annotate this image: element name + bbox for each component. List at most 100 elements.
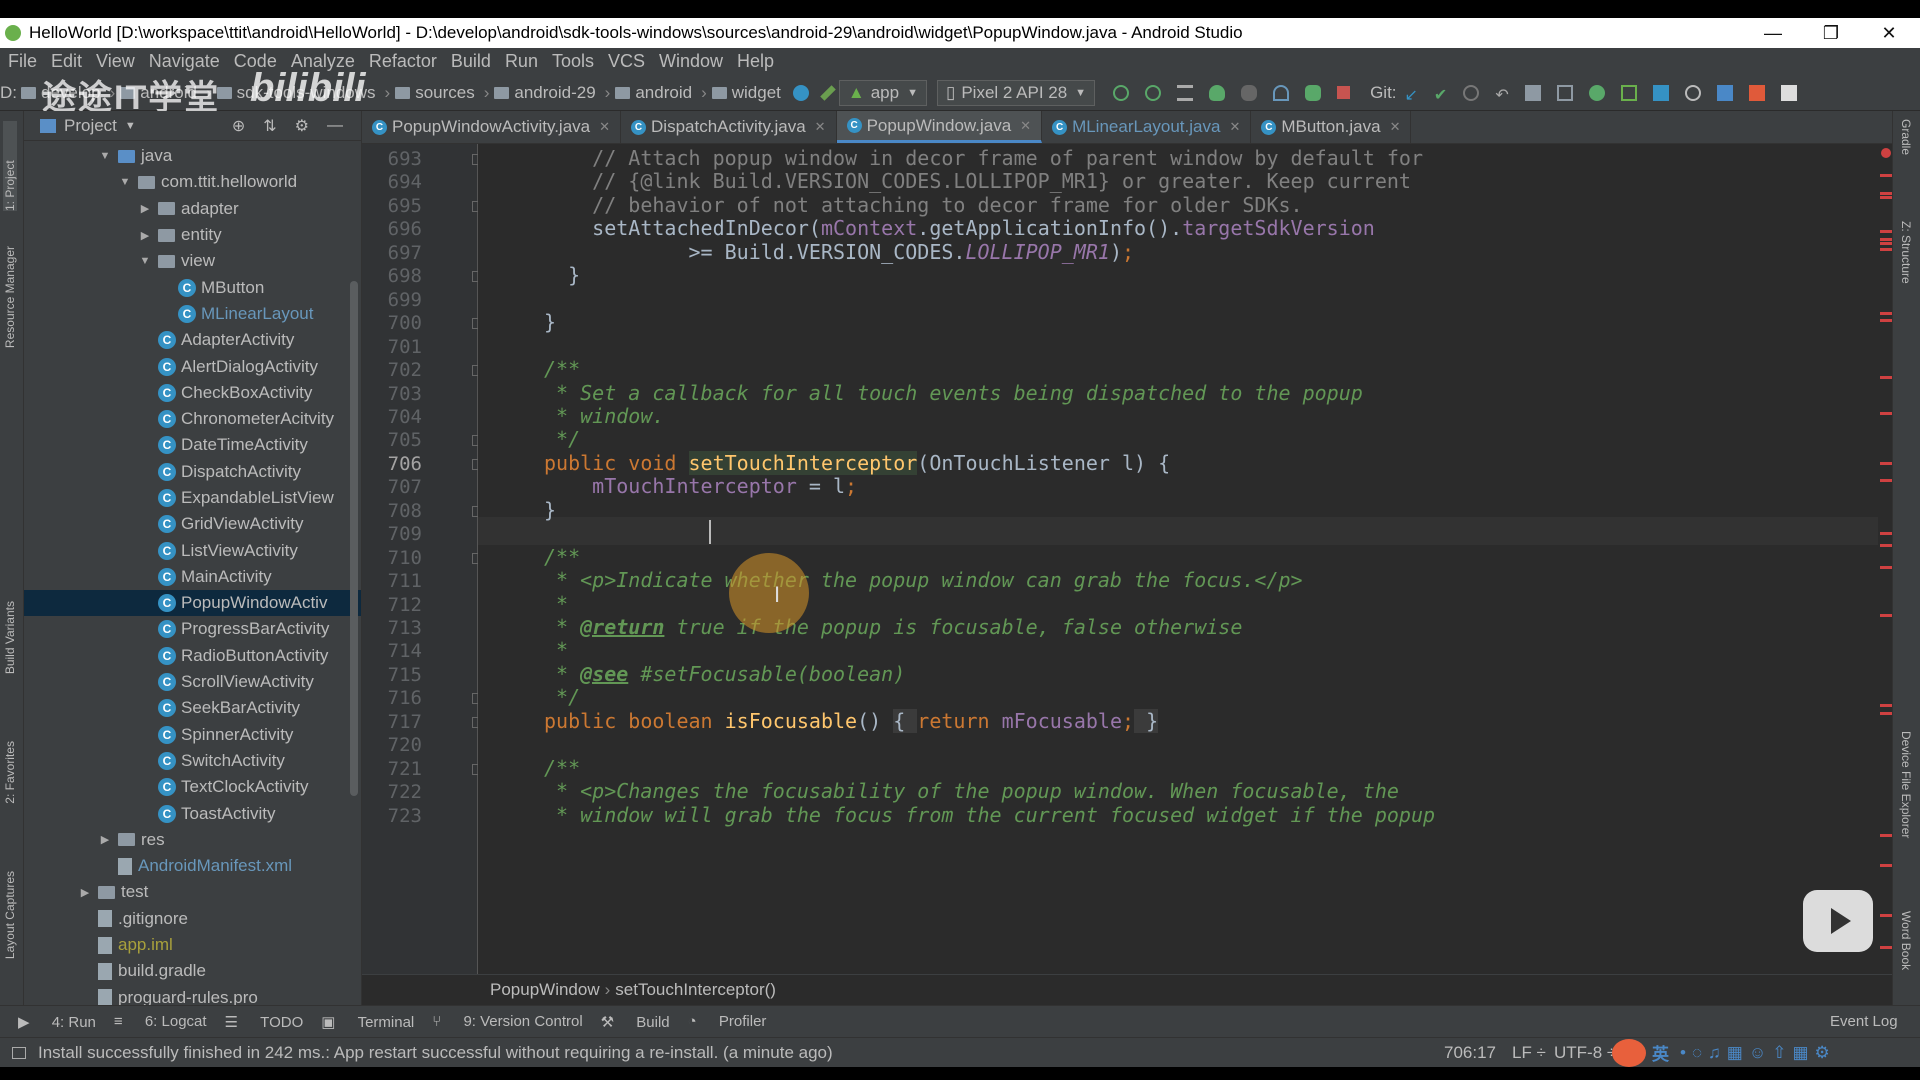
menu-run[interactable]: Run (505, 51, 538, 72)
crumb-class[interactable]: PopupWindow (490, 980, 600, 1000)
error-stripe-mark[interactable] (1880, 544, 1892, 547)
error-stripe-mark[interactable] (1880, 192, 1892, 195)
line-number[interactable]: 700 (362, 312, 422, 334)
tab-close-icon[interactable]: ✕ (815, 119, 826, 135)
git-update-icon[interactable]: ↙ (1405, 85, 1418, 104)
error-indicator-icon[interactable] (1881, 148, 1891, 158)
error-stripe-mark[interactable] (1880, 196, 1892, 199)
device-select[interactable]: ▯ Pixel 2 API 28 ▼ (936, 79, 1096, 106)
tree-item[interactable]: build.gradle (24, 958, 361, 984)
tree-item[interactable]: C DispatchActivity (24, 459, 361, 485)
line-number[interactable]: 698 (362, 265, 422, 287)
breadcrumb-widget[interactable]: widget (711, 83, 781, 103)
error-stripe[interactable] (1878, 144, 1892, 974)
error-stripe-mark[interactable] (1880, 479, 1892, 482)
tree-item[interactable]: C ExpandableListView (24, 485, 361, 511)
error-stripe-mark[interactable] (1880, 412, 1892, 415)
tree-item[interactable]: C RadioButtonActivity (24, 643, 361, 669)
error-stripe-mark[interactable] (1880, 242, 1892, 245)
line-number[interactable]: 713 (362, 617, 422, 639)
tree-item[interactable]: C TextClockActivity (24, 774, 361, 800)
editor-tab[interactable]: C MButton.java ✕ (1251, 111, 1412, 143)
line-number[interactable]: 693 (362, 148, 422, 170)
tool-todo[interactable]: ☰ TODO (225, 1013, 304, 1031)
tree-item[interactable]: ▶ test (24, 879, 361, 905)
gear-icon[interactable]: ⚙ (295, 116, 309, 136)
ime-logo-icon[interactable] (1612, 1038, 1646, 1067)
tree-item[interactable]: ▶ res (24, 827, 361, 853)
error-stripe-mark[interactable] (1880, 704, 1892, 707)
line-number[interactable]: 711 (362, 570, 422, 592)
error-stripe-mark[interactable] (1880, 914, 1892, 917)
line-number[interactable]: 696 (362, 218, 422, 240)
plugin-icon[interactable] (1748, 84, 1765, 101)
tree-item[interactable]: ▼ view (24, 248, 361, 274)
chevron-down-icon[interactable]: ▼ (138, 255, 152, 267)
tree-item[interactable]: C SwitchActivity (24, 748, 361, 774)
tool-run[interactable]: ▶ 4: Run (18, 1013, 96, 1031)
run-config-select[interactable]: ▲ app ▼ (838, 79, 927, 106)
tree-item[interactable]: C AdapterActivity (24, 327, 361, 353)
tool-build-variants[interactable]: Build Variants (3, 601, 17, 674)
chevron-right-icon[interactable]: ▶ (138, 202, 152, 215)
collapse-all-icon[interactable]: ⇅ (263, 116, 276, 136)
minimize-button[interactable]: — (1744, 18, 1802, 48)
tool-event-log[interactable]: Event Log (1830, 1013, 1898, 1030)
caret-position[interactable]: 706:17 (1444, 1043, 1496, 1063)
tree-item[interactable]: ▼ com.ttit.helloworld (24, 169, 361, 195)
tree-item[interactable]: C MButton (24, 274, 361, 300)
line-number[interactable]: 706 (362, 453, 422, 475)
line-number[interactable]: 709 (362, 523, 422, 545)
tool-logcat[interactable]: ≡ 6: Logcat (114, 1013, 207, 1030)
tool-structure[interactable]: Z: Structure (1899, 221, 1913, 284)
tree-item[interactable]: C ProgressBarActivity (24, 616, 361, 642)
tool-build[interactable]: ⚒ Build (601, 1013, 670, 1031)
tree-item[interactable]: C MLinearLayout (24, 301, 361, 327)
menu-navigate[interactable]: Navigate (149, 51, 220, 72)
tool-word-book[interactable]: Word Book (1899, 911, 1913, 970)
error-stripe-mark[interactable] (1880, 462, 1892, 465)
line-number[interactable]: 708 (362, 500, 422, 522)
tree-item[interactable]: ▼ java (24, 143, 361, 169)
menu-file[interactable]: File (8, 51, 37, 72)
ime-language[interactable]: 英 (1652, 1040, 1669, 1065)
line-number[interactable]: 704 (362, 406, 422, 428)
error-stripe-mark[interactable] (1880, 230, 1892, 233)
class-icon[interactable] (792, 84, 809, 101)
status-toggle-icon[interactable] (12, 1046, 26, 1059)
chevron-right-icon[interactable]: ▶ (98, 833, 112, 846)
tool-layout-captures[interactable]: Layout Captures (3, 871, 17, 959)
search-icon[interactable] (1684, 84, 1701, 101)
project-view-select[interactable]: Project (64, 116, 117, 136)
chevron-right-icon[interactable]: ▶ (78, 886, 92, 899)
code-editor[interactable]: // Attach popup window in decor frame of… (478, 144, 1878, 974)
tree-scrollbar[interactable] (350, 281, 358, 796)
tree-item[interactable]: C SpinnerActivity (24, 722, 361, 748)
tab-close-icon[interactable]: ✕ (1229, 119, 1240, 135)
chevron-right-icon[interactable]: ▶ (138, 229, 152, 242)
project-structure-icon[interactable] (1524, 84, 1541, 101)
error-stripe-mark[interactable] (1880, 532, 1892, 535)
tree-item[interactable]: app.iml (24, 932, 361, 958)
menu-window[interactable]: Window (659, 51, 723, 72)
error-stripe-mark[interactable] (1880, 712, 1892, 715)
breadcrumb-android-29[interactable]: android-29 (494, 83, 596, 103)
tool-profiler[interactable]: ◔ Profiler (688, 1013, 767, 1030)
line-number[interactable]: 705 (362, 429, 422, 451)
line-number[interactable]: 720 (362, 734, 422, 756)
hide-icon[interactable]: — (327, 117, 343, 135)
tool-favorites[interactable]: 2: Favorites (3, 741, 17, 804)
line-number[interactable]: 703 (362, 383, 422, 405)
error-stripe-mark[interactable] (1880, 319, 1892, 322)
error-stripe-mark[interactable] (1880, 614, 1892, 617)
menu-vcs[interactable]: VCS (608, 51, 645, 72)
tree-item[interactable]: C ListViewActivity (24, 537, 361, 563)
line-number[interactable]: 710 (362, 547, 422, 569)
error-stripe-mark[interactable] (1880, 248, 1892, 251)
tree-item[interactable]: C MainActivity (24, 564, 361, 590)
run-debug-icon[interactable] (1305, 84, 1322, 101)
editor-tab[interactable]: C MLinearLayout.java ✕ (1042, 111, 1252, 143)
line-number[interactable]: 716 (362, 687, 422, 709)
error-stripe-mark[interactable] (1880, 174, 1892, 177)
apply-code-changes-icon[interactable] (1145, 84, 1162, 101)
